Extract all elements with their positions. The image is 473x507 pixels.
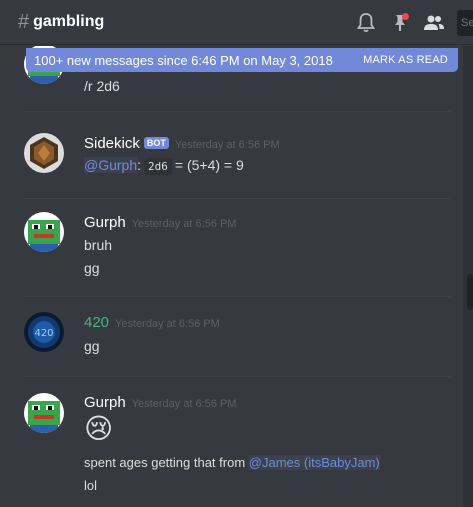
sidekick-avatar[interactable] (24, 133, 64, 173)
channel-name: gambling (33, 13, 105, 30)
message-author[interactable]: 420 Yesterday at 6:56 PM (84, 314, 220, 331)
message-author[interactable]: Sidekick BOT Yesterday at 6:56 PM (84, 135, 280, 152)
colon: : (137, 157, 142, 173)
member-list-icon[interactable] (423, 12, 445, 34)
roll-result: = (5+4) = 9 (174, 157, 244, 173)
message-text: gg (84, 338, 100, 354)
message-text: spent ages getting that from @James (its… (84, 455, 380, 470)
scrollbar-thumb[interactable] (467, 274, 473, 310)
search-input[interactable]: Se (457, 9, 473, 36)
message-group: Gurph Yesterday at 6:56 PM bruh gg (0, 206, 463, 306)
gurph-avatar[interactable] (24, 393, 64, 433)
unread-pin-indicator (402, 12, 409, 20)
author-name[interactable]: Sidekick (84, 135, 140, 152)
message-text: lol (84, 478, 98, 493)
message-timestamp: Yesterday at 6:56 PM (174, 139, 280, 151)
message-timestamp: Yesterday at 6:56 PM (131, 398, 237, 410)
message-text: @Gurph: 2d6 = (5+4) = 9 (84, 157, 244, 175)
message-text: /r 2d6 (84, 78, 120, 94)
scrollbar-track[interactable] (463, 46, 473, 507)
message-group: Sidekick BOT Yesterday at 6:56 PM @Gurph: 2… (0, 128, 463, 198)
mark-as-read-button[interactable]: MARK AS READ (363, 54, 448, 66)
pinned-messages-icon[interactable] (389, 12, 411, 34)
new-messages-bar[interactable]: 100+ new messages since 6:46 PM on May 3… (26, 48, 458, 72)
bot-tag: BOT (143, 137, 169, 149)
svg-text:420: 420 (34, 328, 53, 339)
author-name[interactable]: 420 (84, 314, 109, 331)
author-name[interactable]: Gurph (84, 394, 126, 411)
message-list: /r 2d6 Sidekick BOT Yesterday at 6:56 PM @… (0, 46, 463, 507)
message-divider (24, 376, 450, 377)
message-timestamp: Yesterday at 6:56 PM (131, 218, 237, 230)
message-divider (24, 296, 450, 297)
message-divider (24, 198, 450, 199)
message-author[interactable]: Gurph Yesterday at 6:56 PM (84, 394, 236, 411)
crying-emoji-icon: 😢 (84, 413, 114, 444)
channel-header: # gambling Se (0, 0, 473, 45)
notification-bell-icon[interactable] (355, 12, 377, 34)
message-timestamp: Yesterday at 6:56 PM (115, 318, 220, 330)
inline-code: 2d6 (144, 158, 172, 175)
user-mention[interactable]: @Gurph (84, 157, 138, 173)
message-group: Gurph Yesterday at 6:56 PM 😢 spent ages g… (0, 387, 463, 507)
new-messages-text: 100+ new messages since 6:46 PM on May 3… (34, 52, 333, 68)
user-420-avatar[interactable]: 420 (24, 312, 64, 352)
channel-hash-icon: # (18, 10, 30, 33)
gurph-avatar[interactable] (24, 212, 64, 252)
message-text: gg (84, 260, 100, 276)
user-mention[interactable]: @James (itsBabyJam) (248, 455, 380, 470)
message-group: 420 420 Yesterday at 6:56 PM gg (0, 308, 463, 378)
header-toolbar: Se (355, 0, 473, 45)
message-text-part: spent ages getting that from (84, 455, 249, 470)
message-author[interactable]: Gurph Yesterday at 6:56 PM (84, 214, 236, 231)
message-text: bruh (84, 237, 113, 253)
message-divider (24, 111, 450, 112)
author-name[interactable]: Gurph (84, 214, 126, 231)
